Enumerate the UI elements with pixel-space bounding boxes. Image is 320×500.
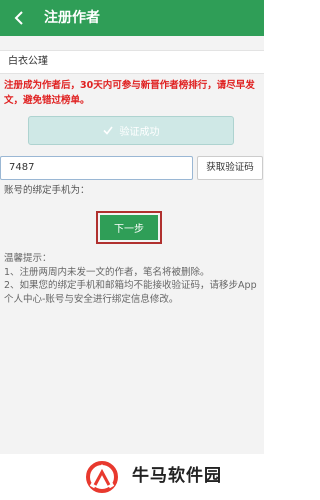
tips-line-1: 1、注册两周内未发一文的作者，笔名将被删除。 [4, 266, 210, 278]
watermark-footer: 牛马软件园 [0, 454, 264, 500]
registration-notice: 注册成为作者后，30天内可参与新晋作者榜排行，请尽早发文，避免错过榜单。 [4, 80, 255, 106]
bind-phone-label: 账号的绑定手机为： [4, 185, 90, 196]
next-button[interactable]: 下一步 [100, 215, 158, 240]
verify-status-text: 验证成功 [119, 127, 160, 138]
get-code-button[interactable]: 获取验证码 [197, 156, 263, 180]
pen-name-input[interactable]: 白衣公瑾 [0, 50, 264, 74]
top-bar: 注册作者 [0, 0, 264, 36]
verification-code-input[interactable]: 7487 [0, 156, 193, 180]
tips-heading: 温馨提示： [4, 253, 52, 264]
brand-logo-icon [86, 461, 118, 493]
chevron-left-icon [14, 11, 23, 25]
tips-line-2: 2、如果您的绑定手机和邮箱均不能接收验证码，请移步App个人中心-账号与安全进行… [4, 280, 257, 305]
check-icon [102, 126, 113, 135]
page-title: 注册作者 [44, 10, 100, 26]
brand-name: 牛马软件园 [132, 466, 222, 486]
next-button-highlight: 下一步 [96, 211, 162, 244]
back-button[interactable] [8, 7, 30, 29]
verify-success-box: 验证成功 [28, 116, 234, 145]
tips-section: 温馨提示： 1、注册两周内未发一文的作者，笔名将被删除。 2、如果您的绑定手机和… [4, 252, 260, 306]
